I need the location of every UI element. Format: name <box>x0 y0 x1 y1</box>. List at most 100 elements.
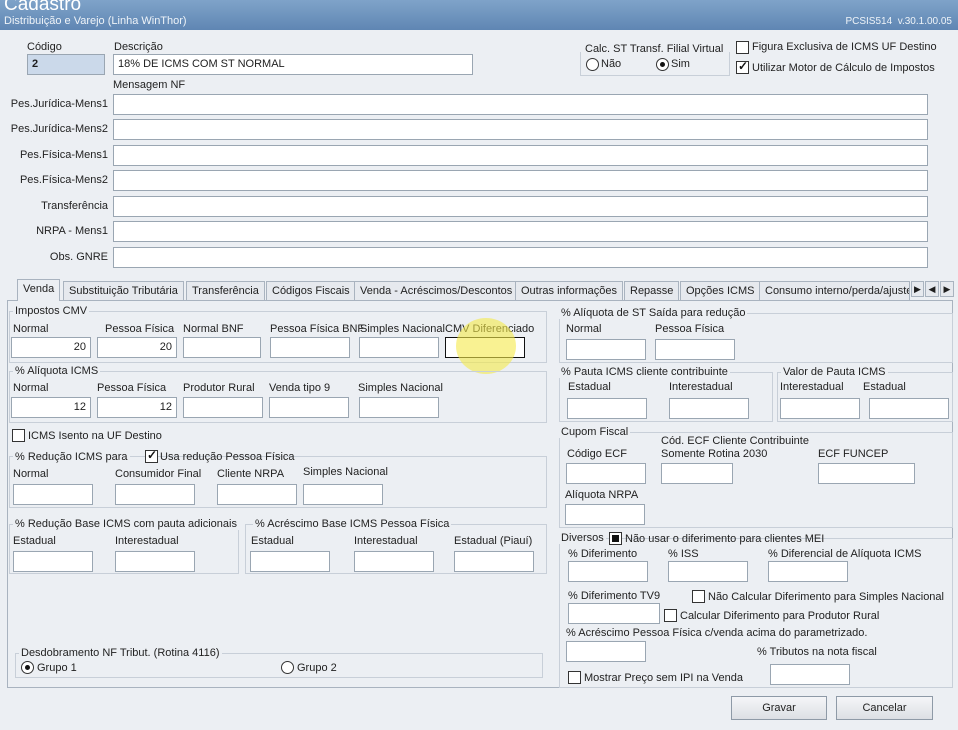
diversos-title: Diversos <box>559 532 606 544</box>
pct-dif-aliquota-input[interactable] <box>768 561 848 582</box>
codigo-input[interactable]: 2 <box>27 54 105 75</box>
red-simples-label: Simples Nacional <box>303 466 388 478</box>
cod-ecf-cliente-input[interactable] <box>661 463 733 484</box>
st-normal-input[interactable] <box>566 339 646 360</box>
cupom-fiscal-title: Cupom Fiscal <box>559 426 631 438</box>
ecf-funcep-label: ECF FUNCEP <box>818 448 889 460</box>
aliq-pf-label: Pessoa Física <box>97 382 167 394</box>
pauta-interestadual-input[interactable] <box>669 398 749 419</box>
tab-consumo-interno[interactable]: Consumo interno/perda/ajuste <box>759 281 910 300</box>
tab-substituicao-tributaria[interactable]: Substituição Tributária <box>63 281 184 300</box>
tab-repasse[interactable]: Repasse <box>624 281 680 300</box>
pct-diferimento-label: % Diferimento <box>568 548 638 560</box>
ab-estadual-piaui-label: Estadual (Piauí) <box>454 535 533 547</box>
pauta-estadual-input[interactable] <box>567 398 647 419</box>
acrescimo-base-title: % Acréscimo Base ICMS Pessoa Física <box>253 518 452 530</box>
nao-usar-diferimento-checkbox[interactable] <box>609 532 622 545</box>
st-pf-input[interactable] <box>655 339 735 360</box>
aliquota-nrpa-label: Alíquota NRPA <box>565 489 639 501</box>
pj-mens1-input[interactable] <box>113 94 928 115</box>
mostrar-preco-checkbox[interactable] <box>568 671 581 684</box>
red-normal-input[interactable] <box>13 484 93 505</box>
aliq-normal-input[interactable]: 12 <box>11 397 91 418</box>
red-nrpa-input[interactable] <box>217 484 297 505</box>
tab-codigos-fiscais[interactable]: Códigos Fiscais <box>266 281 356 300</box>
acrescimo-pf-input[interactable] <box>566 641 646 662</box>
figura-exclusiva-checkbox[interactable] <box>736 41 749 54</box>
red-simples-input[interactable] <box>303 484 383 505</box>
pj-mens2-input[interactable] <box>113 119 928 140</box>
calc-st-sim-radio[interactable] <box>656 58 669 71</box>
grupo2-radio[interactable] <box>281 661 294 674</box>
vp-interestadual-label: Interestadual <box>780 381 844 393</box>
aliq-simples-input[interactable] <box>359 397 439 418</box>
usa-reducao-pf-checkbox[interactable] <box>145 448 158 463</box>
red-consumidor-input[interactable] <box>115 484 195 505</box>
pf-mens1-input[interactable] <box>113 145 928 166</box>
tab-transferencia[interactable]: Transferência <box>186 281 265 300</box>
tab-scroll-right-icon[interactable]: ▶ <box>940 281 954 297</box>
codigo-ecf-input[interactable] <box>566 463 646 484</box>
cmv-normal-bnf-input[interactable] <box>183 337 261 358</box>
tab-scroll-extra-icon[interactable]: ▶ <box>911 281 924 297</box>
ab-estadual-piaui-input[interactable] <box>454 551 534 572</box>
ecf-funcep-input[interactable] <box>818 463 915 484</box>
gravar-button[interactable]: Gravar <box>731 696 827 720</box>
calc-st-nao-radio[interactable] <box>586 58 599 71</box>
pct-diferimento-input[interactable] <box>568 561 648 582</box>
calc-st-sim-label: Sim <box>671 58 690 70</box>
aliquota-nrpa-input[interactable] <box>565 504 645 525</box>
cmv-pf-input[interactable]: 20 <box>97 337 177 358</box>
pct-dif-aliquota-label: % Diferencial de Alíquota ICMS <box>768 548 922 560</box>
ab-estadual-input[interactable] <box>250 551 330 572</box>
title-bar: Cadastro Distribuição e Varejo (Linha Wi… <box>0 0 958 30</box>
aliq-venda9-input[interactable] <box>269 397 349 418</box>
icms-isento-checkbox[interactable] <box>12 429 25 442</box>
rb-estadual-input[interactable] <box>13 551 93 572</box>
vp-estadual-label: Estadual <box>863 381 906 393</box>
st-pf-label: Pessoa Física <box>655 323 725 335</box>
aliquota-icms-title: % Alíquota ICMS <box>13 365 101 377</box>
calcular-produtor-checkbox[interactable] <box>664 609 677 622</box>
nrpa-mens1-input[interactable] <box>113 221 928 242</box>
grupo1-label: Grupo 1 <box>37 662 77 674</box>
pct-diferimento-tv9-label: % Diferimento TV9 <box>568 590 661 602</box>
vp-estadual-input[interactable] <box>869 398 949 419</box>
impostos-cmv-title: Impostos CMV <box>13 305 90 317</box>
tab-venda-acrescimos[interactable]: Venda - Acréscimos/Descontos <box>354 281 519 300</box>
tab-venda[interactable]: Venda <box>17 279 61 301</box>
descricao-input[interactable]: 18% DE ICMS COM ST NORMAL <box>113 54 473 75</box>
cmv-normal-input[interactable]: 20 <box>11 337 91 358</box>
tab-scroll-left-icon[interactable]: ◀ <box>925 281 939 297</box>
transferencia-input[interactable] <box>113 196 928 217</box>
pf-mens2-input[interactable] <box>113 170 928 191</box>
aliq-pf-input[interactable]: 12 <box>97 397 177 418</box>
utilizar-motor-checkbox[interactable] <box>736 59 749 74</box>
ab-interestadual-input[interactable] <box>354 551 434 572</box>
tributos-nota-input[interactable] <box>770 664 850 685</box>
cmv-normal-label: Normal <box>13 323 49 335</box>
mostrar-preco-label: Mostrar Preço sem IPI na Venda <box>584 672 743 684</box>
nao-calcular-simples-checkbox[interactable] <box>692 590 705 603</box>
pct-iss-input[interactable] <box>668 561 748 582</box>
msg-label: Obs. GNRE <box>49 251 108 263</box>
pct-diferimento-tv9-input[interactable] <box>568 603 660 624</box>
cancelar-button[interactable]: Cancelar <box>836 696 933 720</box>
tab-outras-informacoes[interactable]: Outras informações <box>515 281 623 300</box>
msg-label: Pes.Física-Mens2 <box>19 174 108 186</box>
rb-interestadual-label: Interestadual <box>115 535 179 547</box>
aliquota-st-title: % Alíquota de ST Saída para redução <box>559 307 748 319</box>
ab-estadual-label: Estadual <box>251 535 294 547</box>
grupo1-radio[interactable] <box>21 661 34 674</box>
msg-label: Pes.Jurídica-Mens2 <box>10 123 108 135</box>
vp-interestadual-input[interactable] <box>780 398 860 419</box>
window-subtitle: Distribuição e Varejo (Linha WinThor) <box>4 15 187 27</box>
cmv-simples-input[interactable] <box>359 337 439 358</box>
nao-usar-diferimento-label: Não usar o diferimento para clientes MEI <box>625 533 825 545</box>
aliq-produtor-input[interactable] <box>183 397 263 418</box>
tab-opcoes-icms[interactable]: Opções ICMS <box>680 281 761 300</box>
rb-interestadual-input[interactable] <box>115 551 195 572</box>
cmv-pf-bnf-input[interactable] <box>270 337 350 358</box>
red-consumidor-label: Consumidor Final <box>115 468 202 480</box>
obs-gnre-input[interactable] <box>113 247 928 268</box>
